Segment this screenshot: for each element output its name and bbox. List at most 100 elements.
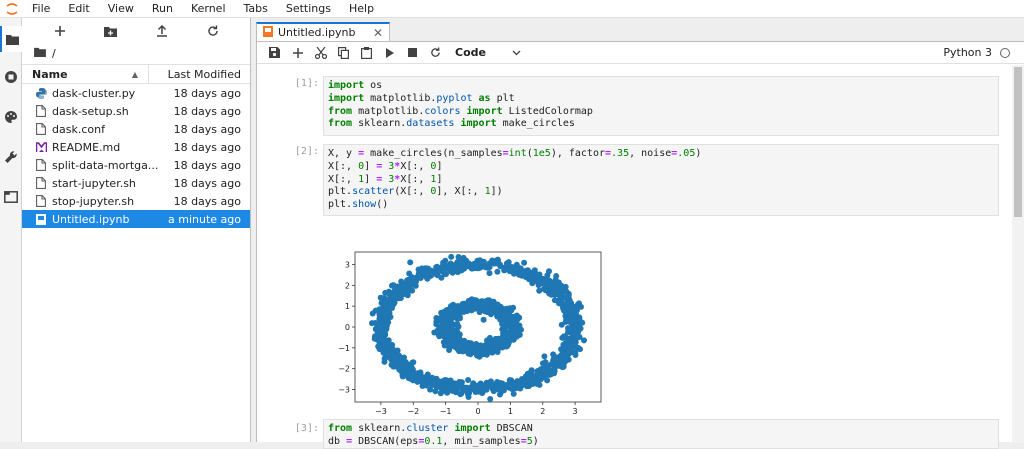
cell-output: −3 −2 −1 0 1 2 3 3 2 1 0 −1 −2 −3 bbox=[323, 246, 613, 420]
column-header-modified[interactable]: Last Modified bbox=[149, 68, 250, 81]
file-name: split-data-mortga... bbox=[52, 158, 159, 172]
new-folder-button[interactable] bbox=[100, 20, 122, 42]
scatter-point bbox=[487, 380, 494, 386]
paste-button[interactable] bbox=[355, 43, 378, 63]
new-launcher-button[interactable] bbox=[49, 20, 71, 42]
menu-file[interactable]: File bbox=[24, 0, 59, 18]
scatter-point bbox=[433, 379, 440, 386]
scatter-point bbox=[447, 339, 454, 346]
code-cell-editor[interactable]: import os import matplotlib.pyplot as pl… bbox=[323, 76, 999, 136]
scatter-point bbox=[504, 338, 511, 344]
file-modified: 18 days ago bbox=[173, 158, 241, 172]
scatter-point bbox=[577, 346, 583, 353]
restart-icon[interactable] bbox=[424, 43, 447, 63]
scatter-point bbox=[415, 266, 422, 273]
scatter-point bbox=[503, 305, 510, 312]
cut-button[interactable] bbox=[309, 43, 332, 63]
kernel-indicator[interactable]: Python 3 bbox=[943, 46, 1024, 59]
file-row[interactable]: start-jupyter.sh 18 days ago bbox=[22, 174, 250, 192]
y-tick-label: 3 bbox=[345, 261, 350, 270]
running-icon[interactable] bbox=[0, 64, 22, 90]
scatter-point bbox=[417, 275, 424, 281]
menu-settings[interactable]: Settings bbox=[277, 0, 340, 18]
scatter-point bbox=[535, 277, 542, 284]
save-button[interactable] bbox=[263, 43, 286, 63]
scatter-point bbox=[401, 363, 408, 370]
scatter-point bbox=[420, 374, 427, 381]
folder-icon[interactable] bbox=[0, 26, 22, 52]
scatter-point bbox=[465, 305, 472, 311]
scatter-point bbox=[382, 315, 389, 322]
scatter-point bbox=[486, 348, 493, 354]
file-row[interactable]: dask-setup.sh 18 days ago bbox=[22, 102, 250, 120]
scatter-point bbox=[572, 334, 579, 341]
menu-help[interactable]: Help bbox=[340, 0, 383, 18]
scatter-point bbox=[485, 304, 492, 311]
scatter-point bbox=[555, 358, 562, 365]
scatter-point bbox=[502, 322, 508, 329]
file-row[interactable]: README.md 18 days ago bbox=[22, 138, 250, 156]
scatter-point bbox=[423, 274, 430, 281]
menu-run[interactable]: Run bbox=[143, 0, 182, 18]
scatter-point bbox=[378, 324, 385, 330]
menu-edit[interactable]: Edit bbox=[59, 0, 98, 18]
tabs-icon[interactable] bbox=[0, 184, 22, 210]
copy-button[interactable] bbox=[332, 43, 355, 63]
scatter-point bbox=[563, 301, 570, 308]
file-row[interactable]: split-data-mortga... 18 days ago bbox=[22, 156, 250, 174]
tab-bar: Untitled.ipynb ✕ bbox=[252, 18, 1024, 41]
menu-tabs[interactable]: Tabs bbox=[235, 0, 277, 18]
notebook-toolbar: Code Python 3 bbox=[257, 42, 1024, 64]
scatter-point bbox=[559, 352, 566, 359]
file-modified: 18 days ago bbox=[173, 140, 241, 154]
menu-kernel[interactable]: Kernel bbox=[182, 0, 235, 18]
scatter-point bbox=[486, 264, 493, 271]
refresh-button[interactable] bbox=[202, 20, 224, 42]
code-cell-editor[interactable]: X, y = make_circles(n_samples=int(1e5), … bbox=[323, 144, 999, 216]
scatter-point bbox=[402, 286, 409, 293]
scatter-point bbox=[556, 292, 563, 299]
scatter-point bbox=[564, 349, 571, 356]
file-row[interactable]: stop-jupyter.sh 18 days ago bbox=[22, 192, 250, 210]
scatter-point bbox=[494, 268, 501, 275]
code-cell-editor[interactable]: from sklearn.cluster import DBSCAN db = … bbox=[323, 419, 999, 449]
scatter-point bbox=[487, 396, 494, 402]
scatter-point bbox=[423, 382, 430, 389]
palette-icon[interactable] bbox=[0, 104, 22, 130]
notebook-scrollbar[interactable] bbox=[1012, 65, 1024, 443]
file-row[interactable]: Untitled.ipynb a minute ago bbox=[22, 210, 250, 228]
wrench-icon[interactable] bbox=[0, 144, 22, 170]
close-icon[interactable]: ✕ bbox=[373, 26, 383, 40]
markdown-icon bbox=[34, 141, 48, 153]
scatter-point bbox=[565, 307, 572, 314]
scatter-point bbox=[480, 316, 487, 323]
scatter-point bbox=[570, 318, 577, 325]
scatter-point bbox=[391, 291, 398, 298]
run-icon[interactable] bbox=[378, 43, 401, 63]
stop-icon[interactable] bbox=[401, 43, 424, 63]
folder-icon[interactable] bbox=[34, 47, 46, 60]
file-row[interactable]: dask.conf 18 days ago bbox=[22, 120, 250, 138]
file-icon bbox=[34, 159, 48, 171]
breadcrumb-root[interactable]: / bbox=[52, 47, 56, 60]
scatter-point bbox=[521, 380, 528, 387]
x-tick-label: 3 bbox=[573, 407, 578, 416]
file-row[interactable]: dask-cluster.py 18 days ago bbox=[22, 84, 250, 102]
scrollbar-thumb[interactable] bbox=[1014, 67, 1022, 217]
x-tick-label: −1 bbox=[440, 407, 452, 416]
cell-type-select[interactable]: Code bbox=[455, 46, 521, 59]
upload-button[interactable] bbox=[151, 20, 173, 42]
scatter-point bbox=[446, 333, 452, 340]
scatter-point bbox=[560, 341, 567, 348]
insert-cell-button[interactable] bbox=[286, 43, 309, 63]
scatter-point bbox=[495, 335, 502, 342]
tab-title: Untitled.ipynb bbox=[278, 26, 356, 39]
main-area: Untitled.ipynb ✕ Code Python 3 [1]: impo… bbox=[252, 18, 1024, 449]
scatter-point bbox=[460, 254, 467, 261]
menu-view[interactable]: View bbox=[99, 0, 143, 18]
tab-untitled-ipynb[interactable]: Untitled.ipynb ✕ bbox=[256, 22, 390, 41]
column-header-name[interactable]: Name ▲ bbox=[22, 65, 149, 83]
menu-bar: File Edit View Run Kernel Tabs Settings … bbox=[0, 0, 1024, 18]
scatter-point bbox=[497, 261, 504, 268]
scatter-point bbox=[541, 373, 547, 380]
